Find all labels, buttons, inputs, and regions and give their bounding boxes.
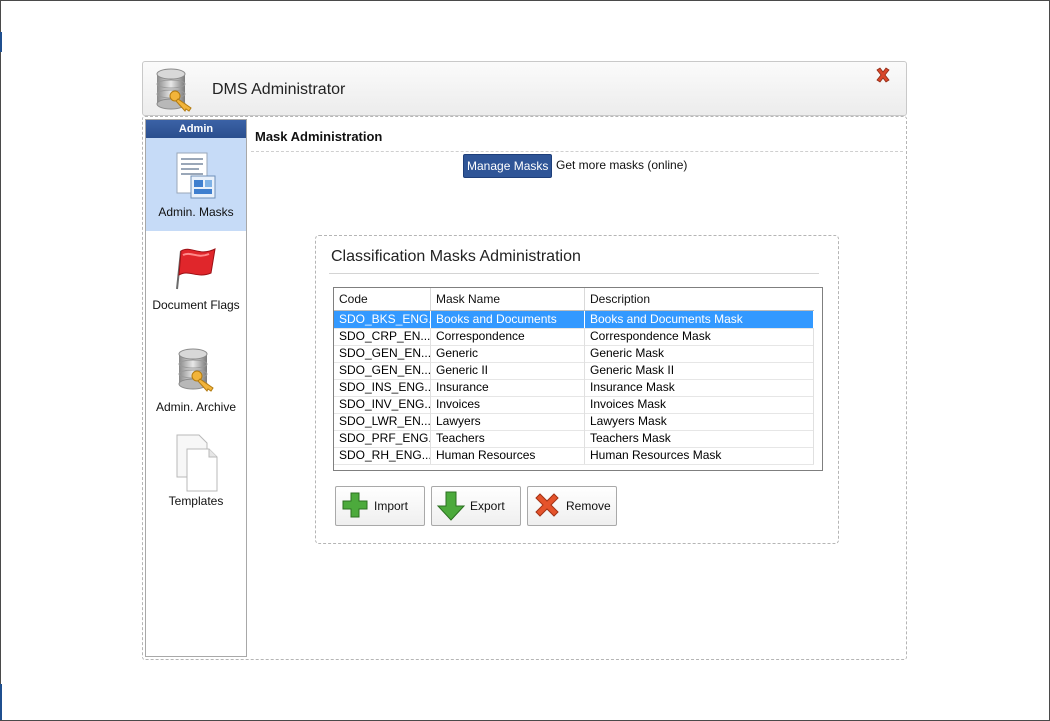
export-button[interactable]: Export: [431, 486, 521, 526]
masks-table[interactable]: Code Mask Name Description SDO_BKS_ENG..…: [333, 287, 823, 471]
cell-code: SDO_GEN_EN...: [334, 362, 431, 379]
table-row[interactable]: SDO_GEN_EN... Generic Generic Mask: [334, 345, 814, 363]
cell-mask-name: Books and Documents: [431, 311, 585, 328]
cell-description: Insurance Mask: [585, 379, 814, 396]
cell-description: Generic Mask II: [585, 362, 814, 379]
sidebar-item-templates[interactable]: Templates: [146, 423, 246, 513]
cell-description: Human Resources Mask: [585, 447, 814, 464]
cell-code: SDO_CRP_EN...: [334, 328, 431, 345]
cell-description: Books and Documents Mask: [585, 311, 814, 328]
table-row[interactable]: SDO_CRP_EN... Correspondence Corresponde…: [334, 328, 814, 346]
edge-marker: [0, 684, 2, 720]
import-label: Import: [374, 499, 409, 513]
tab-get-more-masks[interactable]: Get more masks (online): [556, 154, 687, 176]
import-button[interactable]: Import: [335, 486, 425, 526]
cell-description: Correspondence Mask: [585, 328, 814, 345]
database-key-icon: [178, 348, 214, 392]
edge-marker: [0, 32, 2, 52]
red-flag-icon: [176, 248, 216, 290]
table-row[interactable]: SDO_BKS_ENG... Books and Documents Books…: [334, 311, 814, 329]
sidebar-item-document-flags[interactable]: Document Flags: [146, 231, 246, 331]
cell-code: SDO_PRF_ENG...: [334, 430, 431, 447]
sidebar-item-label: Templates: [168, 494, 224, 508]
column-header-mask-name[interactable]: Mask Name: [431, 288, 585, 310]
cell-code: SDO_LWR_EN...: [334, 413, 431, 430]
sidebar-header: Admin: [146, 120, 246, 138]
title-bar: DMS Administrator: [142, 61, 907, 116]
cell-mask-name: Human Resources: [431, 447, 585, 464]
cell-mask-name: Lawyers: [431, 413, 585, 430]
sidebar: Admin Admin. Masks Document Flags Admin.…: [145, 119, 247, 657]
cell-mask-name: Invoices: [431, 396, 585, 413]
cell-mask-name: Generic II: [431, 362, 585, 379]
cell-code: SDO_BKS_ENG...: [334, 311, 431, 328]
cell-mask-name: Teachers: [431, 430, 585, 447]
cell-code: SDO_GEN_EN...: [334, 345, 431, 362]
window-title: DMS Administrator: [212, 81, 346, 98]
table-header: Code Mask Name Description: [334, 288, 814, 311]
cell-code: SDO_INS_ENG...: [334, 379, 431, 396]
cell-mask-name: Correspondence: [431, 328, 585, 345]
cell-mask-name: Insurance: [431, 379, 585, 396]
page-title: Mask Administration: [255, 129, 383, 144]
table-row[interactable]: SDO_INV_ENG... Invoices Invoices Mask: [334, 396, 814, 414]
sidebar-item-admin-masks[interactable]: Admin. Masks: [146, 138, 246, 231]
close-icon[interactable]: [874, 66, 892, 84]
cell-description: Teachers Mask: [585, 430, 814, 447]
column-header-code[interactable]: Code: [334, 288, 431, 310]
plus-icon: [342, 492, 368, 518]
arrow-down-icon: [436, 491, 466, 521]
table-row[interactable]: SDO_LWR_EN... Lawyers Lawyers Mask: [334, 413, 814, 431]
body-frame: Admin Admin. Masks Document Flags Admin.…: [142, 116, 907, 660]
cell-description: Invoices Mask: [585, 396, 814, 413]
table-row[interactable]: SDO_GEN_EN... Generic II Generic Mask II: [334, 362, 814, 380]
remove-button[interactable]: Remove: [527, 486, 617, 526]
document-masks-icon: [176, 152, 216, 199]
sidebar-item-label: Admin. Archive: [155, 400, 237, 414]
sidebar-item-admin-archive[interactable]: Admin. Archive: [146, 331, 246, 423]
remove-label: Remove: [566, 499, 611, 513]
table-row[interactable]: SDO_PRF_ENG... Teachers Teachers Mask: [334, 430, 814, 448]
table-row[interactable]: SDO_RH_ENG... Human Resources Human Reso…: [334, 447, 814, 465]
panel-title: Classification Masks Administration: [331, 248, 581, 265]
cell-mask-name: Generic: [431, 345, 585, 362]
cell-description: Lawyers Mask: [585, 413, 814, 430]
remove-x-icon: [535, 493, 559, 517]
tab-manage-masks[interactable]: Manage Masks: [463, 154, 553, 178]
dms-admin-window: DMS Administrator Admin Admin. Masks Doc…: [142, 61, 907, 660]
divider: [329, 273, 819, 274]
table-row[interactable]: SDO_INS_ENG... Insurance Insurance Mask: [334, 379, 814, 397]
sidebar-item-label: Admin. Masks: [158, 205, 234, 219]
sidebar-item-label: Document Flags: [152, 298, 240, 312]
export-label: Export: [470, 499, 505, 513]
divider: [251, 151, 903, 152]
templates-pages-icon: [176, 434, 218, 492]
masks-panel: Classification Masks Administration Code…: [315, 235, 839, 544]
column-header-description[interactable]: Description: [585, 288, 814, 310]
database-key-icon: [156, 68, 192, 112]
cell-code: SDO_INV_ENG...: [334, 396, 431, 413]
cell-description: Generic Mask: [585, 345, 814, 362]
cell-code: SDO_RH_ENG...: [334, 447, 431, 464]
